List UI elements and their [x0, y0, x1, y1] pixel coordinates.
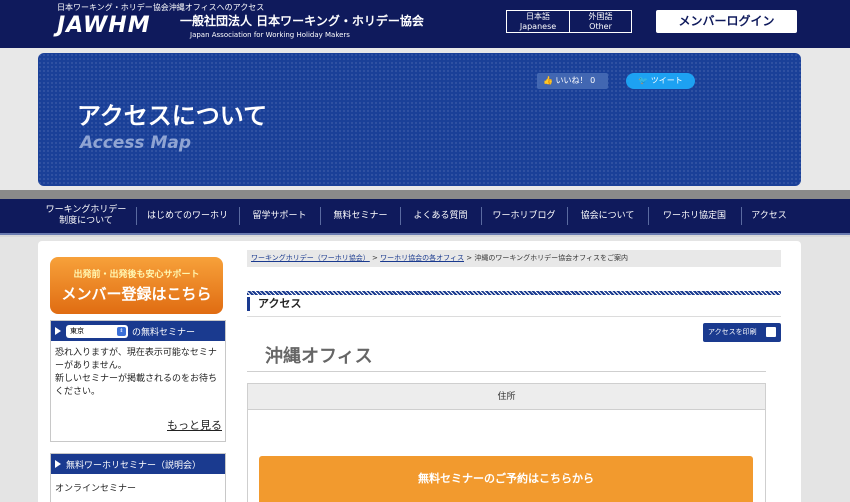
- like-count: 0: [590, 76, 596, 85]
- more-seminars-link[interactable]: もっと見る: [167, 417, 222, 433]
- office-title-underline: [247, 371, 766, 372]
- tweet-button[interactable]: 🐦 ツイート: [626, 73, 695, 89]
- thumbs-up-icon: 👍: [543, 76, 553, 85]
- nav-divider: [567, 207, 568, 225]
- lang-japanese-label: 日本語: [526, 12, 550, 21]
- nav-item-countries[interactable]: ワーホリ協定国: [650, 199, 739, 233]
- tweet-label: ツイート: [650, 76, 683, 85]
- nav-divider: [741, 207, 742, 225]
- breadcrumb: ワーキングホリデー（ワーホリ協会） > ワーホリ協会の各オフィス > 沖縄のワー…: [247, 250, 781, 267]
- lang-japanese-sublabel: Japanese: [519, 22, 557, 31]
- nav-item-first-time[interactable]: はじめてのワーホリ: [138, 199, 237, 233]
- nav-divider: [400, 207, 401, 225]
- area-select-value: 東京: [70, 326, 84, 335]
- twitter-icon: 🐦: [638, 76, 649, 85]
- select-arrows-icon: ⇕: [117, 326, 126, 336]
- nav-divider: [136, 207, 137, 225]
- nav-item-access[interactable]: アクセス: [743, 199, 795, 233]
- lang-other-label: 外国語: [588, 12, 613, 21]
- seminar-box: 東京 ⇕ の無料セミナー 恐れ入りますが、現在表示可能なセミナーがありません。 …: [50, 320, 226, 442]
- site-logo[interactable]: JAWHM: [57, 13, 151, 38]
- section-heading: アクセス: [247, 297, 301, 311]
- like-label: いいね！: [555, 76, 588, 85]
- page-title: アクセスについて: [77, 102, 268, 130]
- seminar-explain-box: 無料ワーホリセミナー（説明会） オンラインセミナー: [50, 453, 226, 502]
- breadcrumb-separator: >: [466, 254, 473, 262]
- lang-other-sublabel: Other: [589, 22, 612, 31]
- nav-item-blog[interactable]: ワーホリブログ: [483, 199, 565, 233]
- address-header: 住所: [248, 384, 765, 410]
- breadcrumb-offices[interactable]: ワーホリ協会の各オフィス: [380, 254, 464, 262]
- register-tagline: 出発前・出発後も安心サポート: [73, 270, 200, 280]
- nav-divider: [320, 207, 321, 225]
- online-seminar-link[interactable]: オンラインセミナー: [51, 474, 225, 496]
- nav-item-working-holiday[interactable]: ワーキングホリデー 制度について: [38, 199, 134, 233]
- main-nav: ワーキングホリデー 制度について はじめてのワーホリ 留学サポート 無料セミナー…: [0, 199, 850, 235]
- triangle-right-icon: [55, 460, 61, 468]
- seminar-empty-message: 恐れ入りますが、現在表示可能なセミナーがありません。 新しいセミナーが掲載される…: [55, 348, 218, 397]
- lang-other-button[interactable]: 外国語 Other: [570, 10, 632, 33]
- nav-item-study-abroad[interactable]: 留学サポート: [241, 199, 318, 233]
- breadcrumb-separator: >: [372, 254, 378, 262]
- breadcrumb-home[interactable]: ワーキングホリデー（ワーホリ協会）: [251, 254, 370, 262]
- print-label: アクセスを印刷: [708, 328, 757, 336]
- nav-item-faq[interactable]: よくある質問: [402, 199, 479, 233]
- triangle-right-icon: [55, 327, 61, 335]
- print-access-button[interactable]: アクセスを印刷: [703, 323, 781, 342]
- printer-icon: [766, 327, 776, 337]
- office-title: 沖縄オフィス: [265, 346, 373, 367]
- area-select[interactable]: 東京 ⇕: [66, 324, 128, 338]
- seminar-box-title: の無料セミナー: [132, 327, 196, 338]
- section-underline: [247, 316, 781, 317]
- seminar-explain-title: 無料ワーホリセミナー（説明会）: [66, 460, 202, 471]
- page-subtitle: Access Map: [80, 133, 192, 153]
- nav-divider: [239, 207, 240, 225]
- nav-item-seminar[interactable]: 無料セミナー: [322, 199, 399, 233]
- member-register-button[interactable]: 出発前・出発後も安心サポート メンバー登録はこちら: [50, 257, 223, 314]
- seminar-box-header: 東京 ⇕ の無料セミナー: [51, 321, 225, 341]
- facebook-like-button[interactable]: 👍 いいね！ 0: [537, 73, 608, 89]
- nav-divider: [481, 207, 482, 225]
- seminar-explain-header: 無料ワーホリセミナー（説明会）: [51, 454, 225, 474]
- member-login-button[interactable]: メンバーログイン: [656, 10, 797, 33]
- register-label: メンバー登録はこちら: [61, 285, 212, 303]
- lang-japanese-button[interactable]: 日本語 Japanese: [506, 10, 570, 33]
- org-name-en: Japan Association for Working Holiday Ma…: [190, 31, 350, 39]
- breadcrumb-current: 沖縄のワーキングホリデー協会オフィスをご案内: [474, 254, 629, 262]
- section-divider: [247, 291, 781, 295]
- seminar-reservation-button[interactable]: 無料セミナーのご予約はこちらから: [259, 456, 753, 502]
- org-name-jp: 一般社団法人 日本ワーキング・ホリデー協会: [180, 14, 424, 28]
- nav-divider: [648, 207, 649, 225]
- site-header: 日本ワーキング・ホリデー協会沖縄オフィスへのアクセス JAWHM 一般社団法人 …: [0, 0, 850, 48]
- nav-item-about[interactable]: 協会について: [569, 199, 646, 233]
- banner-bottom-strip: [0, 190, 850, 199]
